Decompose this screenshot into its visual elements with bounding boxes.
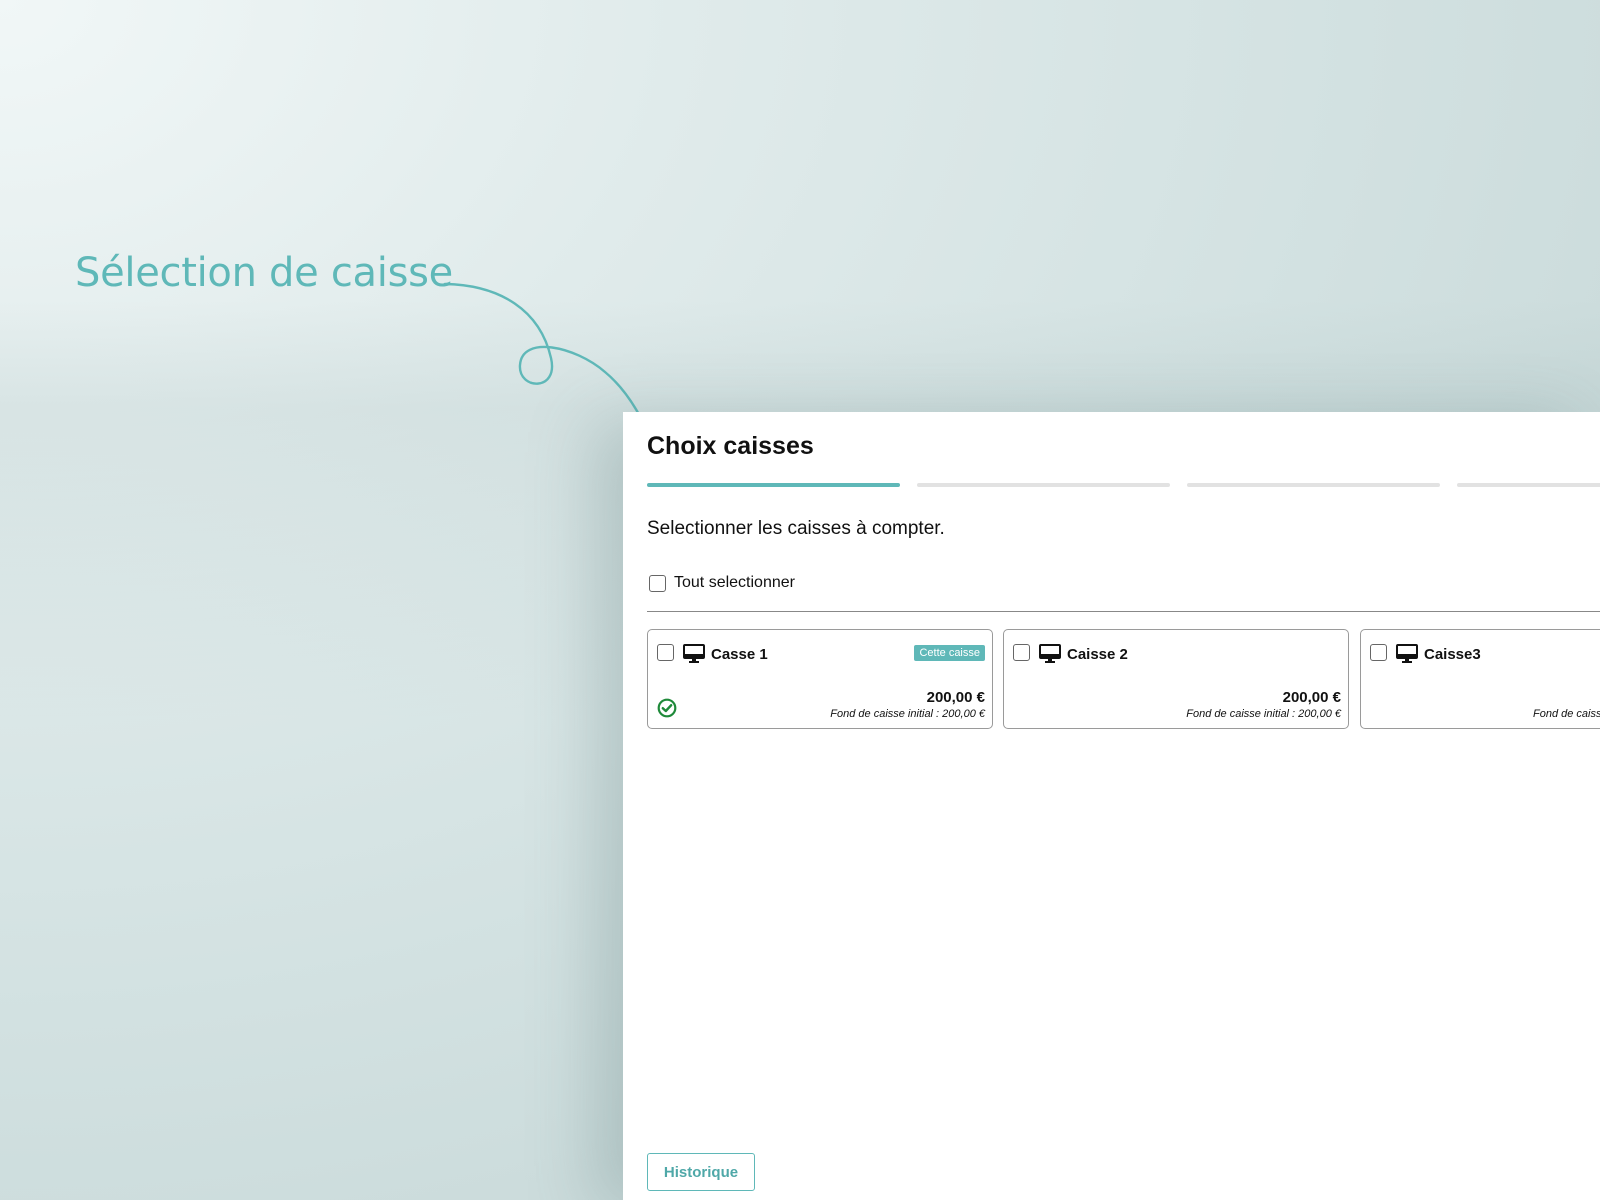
monitor-icon xyxy=(1039,644,1061,663)
select-all-checkbox[interactable] xyxy=(649,574,666,592)
callout-title: Sélection de caisse xyxy=(75,250,453,296)
register-name: Casse 1 xyxy=(711,646,768,663)
step-1 xyxy=(647,483,900,487)
register-checkbox[interactable] xyxy=(1370,644,1387,661)
monitor-icon xyxy=(683,644,705,663)
step-progress xyxy=(647,483,1600,487)
monitor-icon xyxy=(1396,644,1418,663)
register-initial-fund: Fond de caisse initial : 200,00 € xyxy=(830,708,985,720)
register-amount: 200,00 € xyxy=(1282,689,1341,706)
check-circle-icon xyxy=(657,698,677,718)
instruction-text: Selectionner les caisses à compter. xyxy=(647,518,945,539)
step-3 xyxy=(1187,483,1440,487)
select-all-label: Tout selectionner xyxy=(674,574,795,591)
current-register-badge: Cette caisse xyxy=(914,645,985,661)
register-checkbox[interactable] xyxy=(1013,644,1030,661)
register-card[interactable]: Casse 1 Cette caisse 200,00 € Fond de ca… xyxy=(647,629,993,729)
cash-register-panel: Choix caisses Selectionner les caisses à… xyxy=(623,412,1600,1200)
step-2 xyxy=(917,483,1170,487)
divider xyxy=(647,611,1600,612)
select-all-control[interactable]: Tout selectionner xyxy=(649,574,795,592)
register-initial-fund: Fond de caisse initial : 200,00 € xyxy=(1186,708,1341,720)
register-card[interactable]: Caisse3 Fond de caisse initial : 200,00 … xyxy=(1360,629,1600,729)
register-name: Caisse3 xyxy=(1424,646,1481,663)
register-checkbox[interactable] xyxy=(657,644,674,661)
register-amount: 200,00 € xyxy=(926,689,985,706)
register-initial-fund: Fond de caisse initial : 200,00 € xyxy=(1533,708,1600,720)
register-name: Caisse 2 xyxy=(1067,646,1128,663)
step-4 xyxy=(1457,483,1600,487)
register-card[interactable]: Caisse 2 200,00 € Fond de caisse initial… xyxy=(1003,629,1349,729)
panel-title: Choix caisses xyxy=(647,432,814,460)
history-button[interactable]: Historique xyxy=(647,1153,755,1191)
